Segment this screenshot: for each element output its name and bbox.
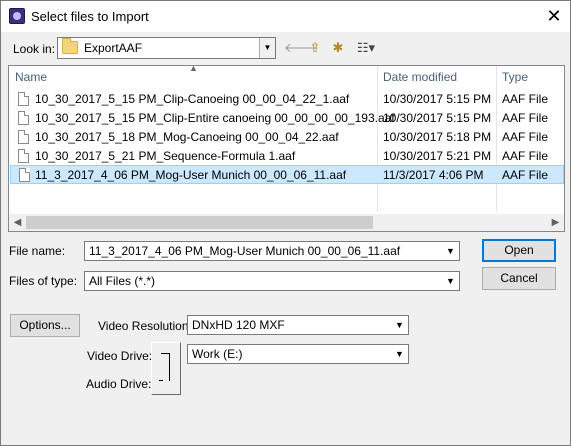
up-folder-icon[interactable]: ⇧ xyxy=(306,39,324,57)
look-in-value: ExportAAF xyxy=(84,41,143,55)
chevron-down-icon[interactable]: ▼ xyxy=(391,316,408,334)
file-date: 10/30/2017 5:18 PM xyxy=(383,130,492,144)
file-date: 10/30/2017 5:21 PM xyxy=(383,149,492,163)
file-row[interactable]: 10_30_2017_5_21 PM_Sequence-Formula 1.aa… xyxy=(10,147,564,166)
file-date: 11/3/2017 4:06 PM xyxy=(383,168,484,182)
file-row-selected[interactable]: 11_3_2017_4_06 PM_Mog-User Munich 00_00_… xyxy=(10,165,564,184)
back-arrow-icon[interactable]: 🡐 xyxy=(284,39,319,57)
file-list[interactable]: ▲ Name Date modified Type 10_30_2017_5_1… xyxy=(8,65,565,232)
file-date: 10/30/2017 5:15 PM xyxy=(383,92,492,106)
options-button[interactable]: Options... xyxy=(10,314,80,337)
file-row[interactable]: 10_30_2017_5_15 PM_Clip-Canoeing 00_00_0… xyxy=(10,90,564,109)
file-name: 10_30_2017_5_18 PM_Mog-Canoeing 00_00_04… xyxy=(35,130,339,144)
scroll-thumb[interactable] xyxy=(26,216,373,229)
file-icon xyxy=(18,130,29,144)
video-drive-select[interactable]: Work (E:) ▼ xyxy=(187,344,409,364)
file-icon xyxy=(19,168,30,182)
cancel-button[interactable]: Cancel xyxy=(482,267,556,290)
file-name: 11_3_2017_4_06 PM_Mog-User Munich 00_00_… xyxy=(35,168,347,182)
window-title: Select files to Import xyxy=(31,9,149,24)
import-dialog: Select files to Import ✕ Look in: Export… xyxy=(0,0,571,446)
column-header-type[interactable]: Type xyxy=(502,70,528,84)
file-name-value: 11_3_2017_4_06 PM_Mog-User Munich 00_00_… xyxy=(89,244,401,258)
file-icon xyxy=(18,111,29,125)
file-name: 10_30_2017_5_15 PM_Clip-Entire canoeing … xyxy=(35,111,395,125)
sort-up-icon: ▲ xyxy=(189,65,198,73)
file-type: AAF File xyxy=(502,92,549,106)
list-header: ▲ Name Date modified Type xyxy=(9,65,564,88)
file-type-select[interactable]: All Files (*.*) ▼ xyxy=(84,271,460,291)
app-icon xyxy=(9,8,25,24)
file-date: 10/30/2017 5:15 PM xyxy=(383,111,492,125)
look-in-label: Look in: xyxy=(13,42,56,56)
chevron-down-icon[interactable]: ▼ xyxy=(391,345,408,363)
file-type-label: Files of type: xyxy=(9,274,78,288)
chevron-down-icon[interactable]: ▼ xyxy=(259,38,275,58)
file-name: 10_30_2017_5_15 PM_Clip-Canoeing 00_00_0… xyxy=(35,92,350,106)
horizontal-scrollbar[interactable]: ◀ ▶ xyxy=(9,214,564,231)
title-bar: Select files to Import ✕ xyxy=(1,1,570,32)
video-drive-value: Work (E:) xyxy=(192,347,243,361)
video-resolution-select[interactable]: DNxHD 120 MXF ▼ xyxy=(187,315,409,335)
column-header-date[interactable]: Date modified xyxy=(383,70,457,84)
file-row[interactable]: 10_30_2017_5_15 PM_Clip-Entire canoeing … xyxy=(10,109,564,128)
file-type-value: All Files (*.*) xyxy=(89,274,156,288)
file-type: AAF File xyxy=(502,168,549,182)
link-bracket-icon xyxy=(159,353,170,381)
close-icon[interactable]: ✕ xyxy=(541,4,567,28)
file-type: AAF File xyxy=(502,149,549,163)
video-drive-label: Video Drive: xyxy=(87,349,153,363)
file-type: AAF File xyxy=(502,111,549,125)
video-resolution-value: DNxHD 120 MXF xyxy=(192,318,285,332)
scroll-right-icon[interactable]: ▶ xyxy=(547,214,564,231)
look-in-combo[interactable]: ExportAAF ▼ xyxy=(57,37,276,59)
file-icon xyxy=(18,149,29,163)
file-icon xyxy=(18,92,29,106)
video-resolution-label: Video Resolution: xyxy=(98,319,192,333)
chevron-down-icon[interactable]: ▼ xyxy=(442,272,459,290)
audio-drive-label: Audio Drive: xyxy=(86,377,152,391)
column-header-name[interactable]: Name xyxy=(15,70,47,84)
chevron-down-icon[interactable]: ▼ xyxy=(442,242,459,260)
open-button[interactable]: Open xyxy=(482,239,556,262)
file-name: 10_30_2017_5_21 PM_Sequence-Formula 1.aa… xyxy=(35,149,296,163)
new-folder-icon[interactable]: ✱ xyxy=(329,39,347,57)
view-menu-icon[interactable]: ☷▾ xyxy=(353,39,379,57)
folder-icon xyxy=(62,38,78,54)
file-name-field[interactable]: 11_3_2017_4_06 PM_Mog-User Munich 00_00_… xyxy=(84,241,460,261)
link-drives-button[interactable] xyxy=(151,342,181,395)
file-row[interactable]: 10_30_2017_5_18 PM_Mog-Canoeing 00_00_04… xyxy=(10,128,564,147)
file-name-label: File name: xyxy=(9,244,66,258)
scroll-left-icon[interactable]: ◀ xyxy=(9,214,26,231)
file-type: AAF File xyxy=(502,130,549,144)
